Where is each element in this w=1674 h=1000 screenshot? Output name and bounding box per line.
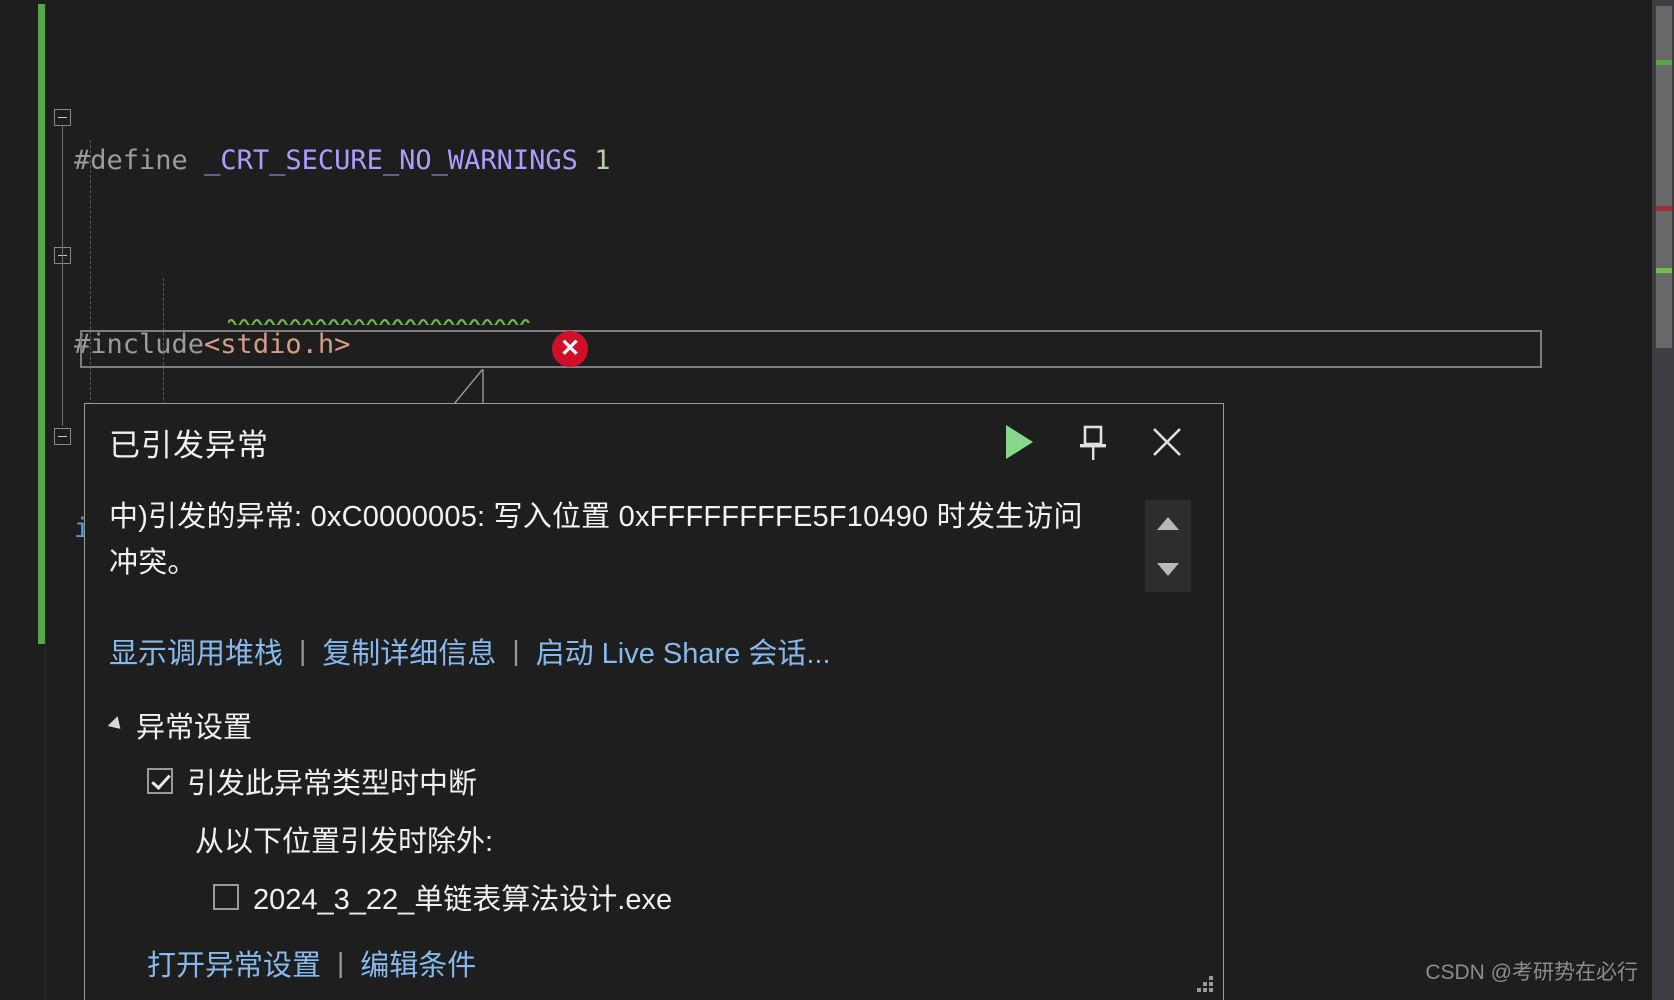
exception-settings-block: 异常设置 引发此异常类型时中断 从以下位置引发时除外: 2024_3_22_单链… [107,704,1199,984]
outline-guide-main [62,126,63,426]
close-icon [1153,428,1181,456]
dialog-callout-pointer [452,368,522,405]
module-exception-row[interactable]: 2024_3_22_单链表算法设计.exe [213,876,1199,918]
indent-guide-1 [90,140,91,410]
break-when-thrown-row[interactable]: 引发此异常类型时中断 [147,760,1199,802]
module-name-label: 2024_3_22_单链表算法设计.exe [253,884,673,916]
except-when-thrown-from-label: 从以下位置引发时除外: [195,826,494,858]
dialog-title: 已引发异常 [109,427,269,463]
edit-conditions-link[interactable]: 编辑条件 [360,942,476,984]
scrollbar-marker-change [1656,60,1672,65]
number-token: 1 [594,145,611,176]
link-separator: | [512,635,520,666]
copy-details-link[interactable]: 复制详细信息 [322,630,496,672]
chevron-down-icon [107,716,126,734]
fold-marker-main[interactable] [54,109,71,126]
message-scroll-buttons[interactable] [1145,500,1191,592]
show-call-stack-link[interactable]: 显示调用堆栈 [109,630,283,672]
scrollbar-marker-error [1656,206,1672,211]
start-live-share-link[interactable]: 启动 Live Share 会话... [536,630,831,672]
action-links-row: 显示调用堆栈 | 复制详细信息 | 启动 Live Share 会话... [109,630,1199,672]
csdn-watermark: CSDN @考研势在必行 [1425,961,1638,984]
vertical-scrollbar[interactable] [1652,0,1674,1000]
dialog-header-actions [997,420,1207,464]
scrollbar-thumb[interactable] [1656,6,1672,348]
exception-settings-label: 异常设置 [136,712,253,744]
pin-icon [1080,425,1106,460]
break-when-thrown-label: 引发此异常类型时中断 [187,768,478,800]
open-exception-settings-link[interactable]: 打开异常设置 [147,942,321,984]
visual-studio-editor-window: #define _CRT_SECURE_NO_WARNINGS 1 #inclu… [0,0,1674,1000]
dialog-resize-grip[interactable] [1191,970,1213,992]
message-scroll-up-button[interactable] [1145,500,1191,546]
module-checkbox[interactable] [213,884,239,910]
pin-button[interactable] [1071,420,1115,464]
link-separator: | [337,947,345,978]
play-icon [1005,425,1033,459]
chevron-down-icon [1157,562,1179,576]
bottom-links-row: 打开异常设置 | 编辑条件 [147,942,1199,984]
fold-marker-closing[interactable] [54,428,71,445]
dialog-body: 中)引发的异常: 0xC0000005: 写入位置 0xFFFFFFFFE5F1… [85,480,1223,984]
error-x-glyph[interactable]: ✕ [552,331,588,367]
change-tracking-bar [38,4,45,644]
dialog-header: 已引发异常 [85,404,1223,480]
chevron-up-icon [1157,516,1179,530]
continue-play-button[interactable] [997,420,1041,464]
link-separator: | [299,635,307,666]
current-statement-highlight [80,330,1542,368]
error-squiggle [228,318,530,325]
message-scroll-down-button[interactable] [1145,546,1191,592]
exception-settings-header[interactable]: 异常设置 [107,704,1199,746]
exception-message: 中)引发的异常: 0xC0000005: 写入位置 0xFFFFFFFFE5F1… [109,501,1083,579]
exception-message-row: 中)引发的异常: 0xC0000005: 写入位置 0xFFFFFFFFE5F1… [109,494,1199,592]
exception-thrown-dialog: 已引发异常 中)引发的异常: 0xC0000005: 写入位置 0xFFFFFF… [84,403,1224,1000]
close-button[interactable] [1145,420,1189,464]
preprocessor-token: #define [74,145,188,176]
break-when-thrown-checkbox[interactable] [147,768,173,794]
scrollbar-marker-warning [1656,268,1672,273]
macro-name-token: _CRT_SECURE_NO_WARNINGS [204,145,578,176]
code-line-1: #define _CRT_SECURE_NO_WARNINGS 1 [46,138,1652,184]
